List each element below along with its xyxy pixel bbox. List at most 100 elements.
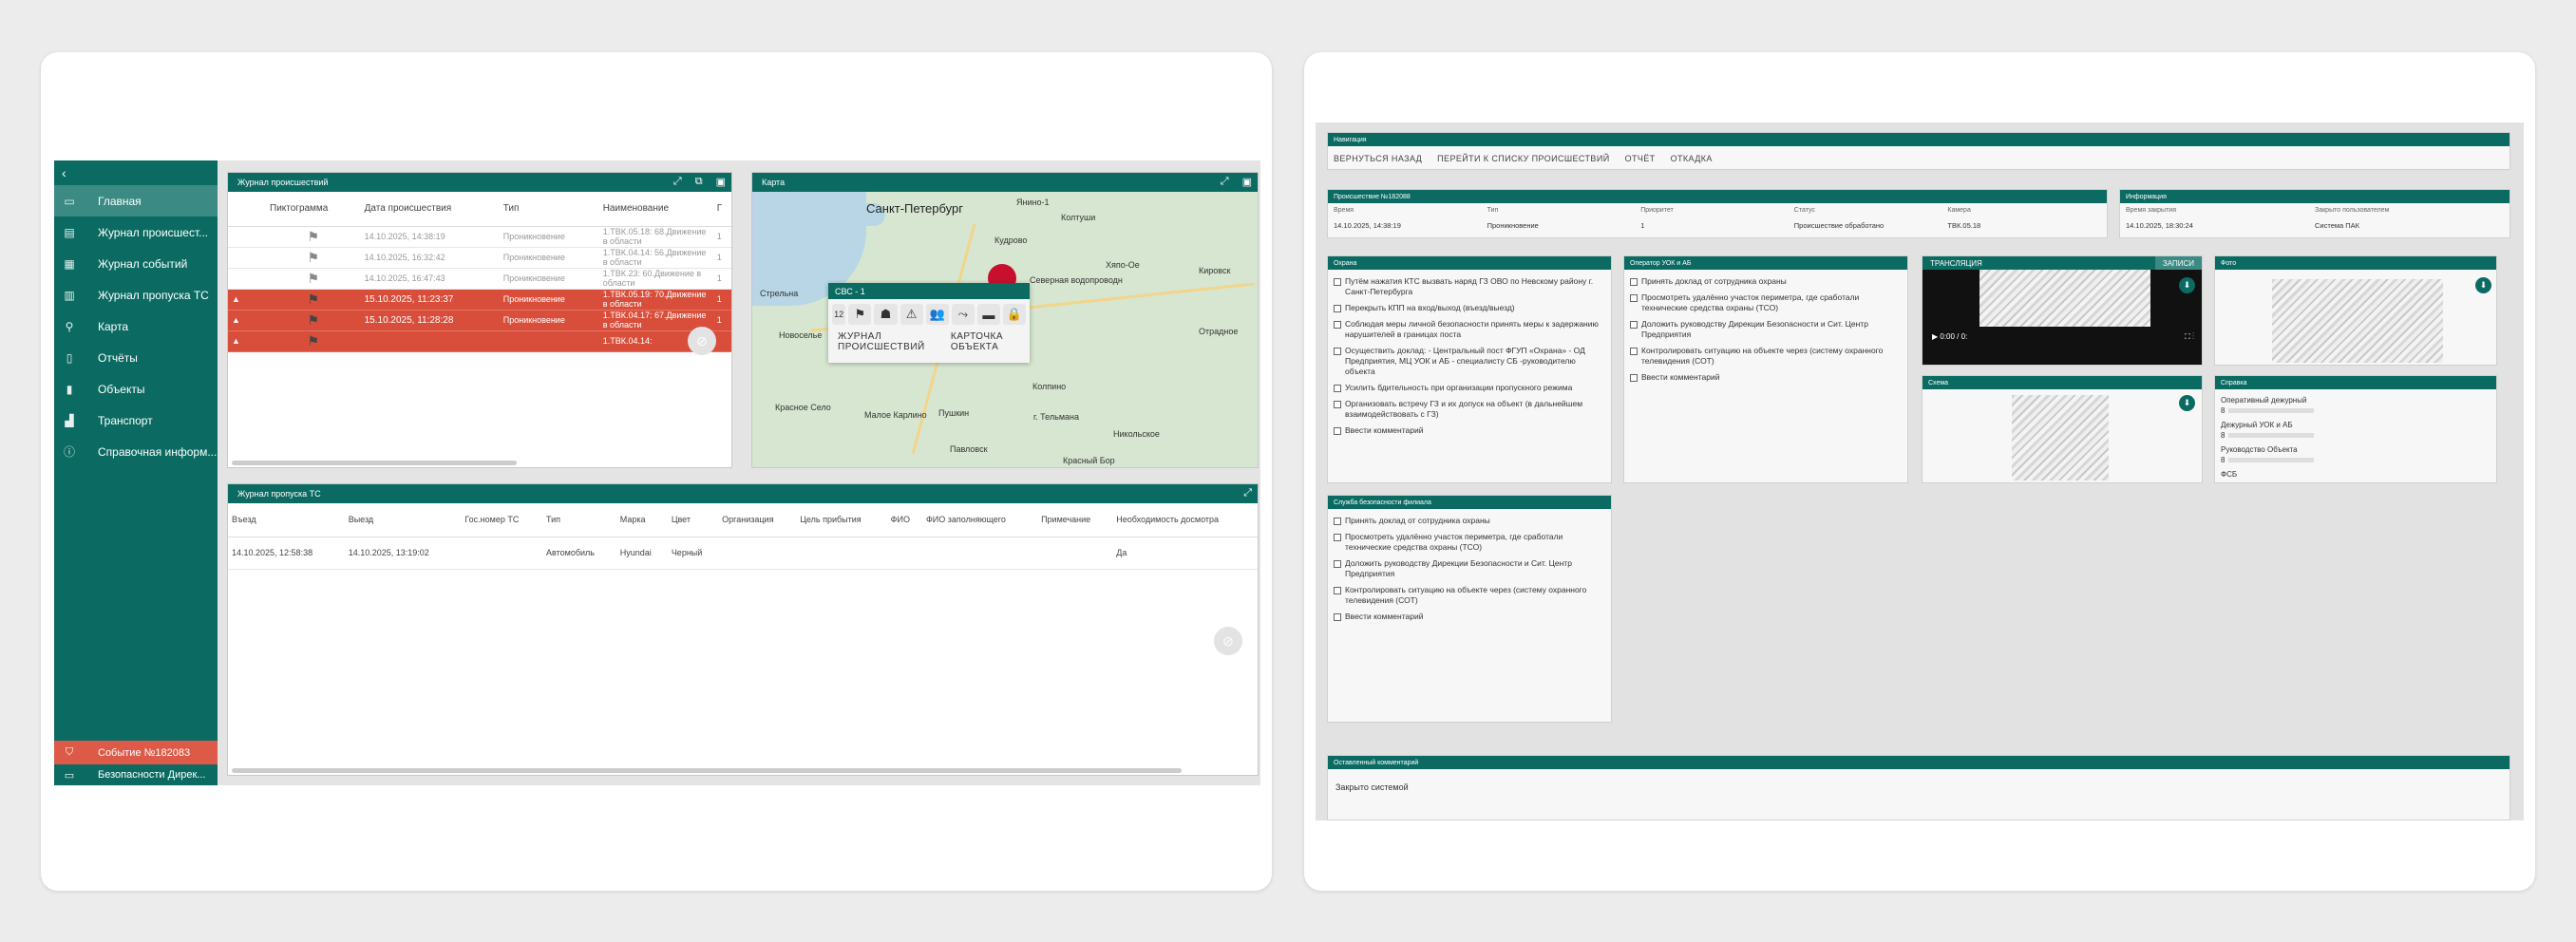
- horizontal-scrollbar[interactable]: [232, 768, 1182, 773]
- checklist-item[interactable]: Контролировать ситуацию на объекте через…: [1328, 582, 1611, 609]
- sidebar-event-alert[interactable]: ⛉ Событие №182083: [54, 741, 218, 764]
- checkbox[interactable]: [1334, 427, 1341, 435]
- map-city-label: Отрадное: [1199, 327, 1239, 336]
- sidebar-item[interactable]: ▤ Журнал происшест...: [54, 217, 218, 248]
- filter-fab-button[interactable]: ⊘: [1214, 627, 1242, 655]
- table-row[interactable]: ⚑ 14.10.2025, 16:47:43 Проникновение 1.ТВК.…: [228, 268, 731, 290]
- download-icon[interactable]: ⬇: [2179, 277, 2195, 293]
- object-card-link[interactable]: КАРТОЧКА ОБЪЕКТА: [951, 331, 1020, 352]
- table-row[interactable]: ▲ ⚑ 15.10.2025, 11:23:37 Проникновение 1.ТВК…: [228, 289, 731, 311]
- nav-button[interactable]: ОТКАДКА: [1671, 154, 1713, 163]
- horizontal-scrollbar[interactable]: [232, 461, 517, 465]
- checkbox[interactable]: [1630, 278, 1638, 286]
- sidebar-item[interactable]: ▦ Журнал событий: [54, 248, 218, 279]
- nav-button[interactable]: ПЕРЕЙТИ К СПИСКУ ПРОИСШЕСТВИЙ: [1437, 154, 1609, 163]
- checklist-item[interactable]: Доложить руководству Дирекции Безопаснос…: [1328, 556, 1611, 582]
- sidebar-item[interactable]: ⓘ Справочная информ...: [54, 436, 218, 467]
- checklist-item[interactable]: Доложить руководству Дирекции Безопаснос…: [1624, 316, 1907, 343]
- download-icon[interactable]: ⬇: [2179, 395, 2195, 411]
- expand-icon[interactable]: ⤢: [1221, 176, 1229, 188]
- copy-icon[interactable]: ⧉: [695, 176, 703, 188]
- table-row[interactable]: ▲ ⚑ 15.10.2025, 11:28:28 Проникновение 1.ТВК…: [228, 310, 731, 331]
- checkbox[interactable]: [1334, 518, 1341, 525]
- table-row[interactable]: 14.10.2025, 12:58:38 14.10.2025, 13:19:02…: [228, 537, 1258, 570]
- table-row[interactable]: ▲ ⚑ 1.ТВК.04.14:: [228, 330, 731, 352]
- checklist-item[interactable]: Контролировать ситуацию на объекте через…: [1624, 343, 1907, 369]
- checkbox[interactable]: [1630, 321, 1638, 329]
- reference-section: Справка Оперативный дежурный 8 Дежурный УО…: [2214, 375, 2497, 483]
- nav-button[interactable]: ОТЧЁТ: [1625, 154, 1656, 163]
- checklist-item[interactable]: Соблюдая меры личной безопасности принят…: [1328, 316, 1611, 343]
- map-canvas[interactable]: Санкт-Петербург Янино-1 Колтуши Кудрово Хяпо…: [752, 192, 1258, 467]
- sidebar-item[interactable]: ▟ Транспорт: [54, 405, 218, 436]
- filter-fab-button[interactable]: ⊘: [688, 327, 716, 355]
- checklist-item[interactable]: Принять доклад от сотрудника охраны: [1328, 513, 1611, 529]
- fall-icon[interactable]: ⤳: [951, 304, 975, 325]
- barrier-icon[interactable]: ⚑: [848, 304, 872, 325]
- table-row[interactable]: ⚑ 14.10.2025, 14:38:19 Проникновение 1.ТВК.…: [228, 226, 731, 248]
- checklist-item[interactable]: Путём нажатия КТС вызвать наряд ГЗ ОВО п…: [1328, 273, 1611, 300]
- person-running-icon[interactable]: ☗: [874, 304, 898, 325]
- scheme-image[interactable]: [2012, 395, 2109, 480]
- checkbox[interactable]: [1334, 401, 1341, 408]
- collapse-sidebar-button[interactable]: ‹: [54, 160, 218, 185]
- checklist-item[interactable]: Принять доклад от сотрудника охраны: [1624, 273, 1907, 290]
- fire-alarm-icon[interactable]: ⚠: [900, 304, 923, 325]
- checkbox[interactable]: [1630, 374, 1638, 382]
- photo-image[interactable]: [2272, 279, 2443, 363]
- lock-icon[interactable]: 🔒: [1002, 304, 1027, 325]
- table-row[interactable]: ⚑ 14.10.2025, 16:32:42 Проникновение 1.ТВК.…: [228, 247, 731, 269]
- column-header: Выезд: [344, 503, 462, 537]
- checklist-item[interactable]: Ввести комментарий: [1624, 369, 1907, 386]
- settings-icon[interactable]: ▣: [716, 176, 726, 188]
- sidebar-event-sub[interactable]: ▭ Безопасности Дирек...: [54, 764, 218, 785]
- checkbox[interactable]: [1334, 348, 1341, 355]
- tab-broadcast[interactable]: ТРАНСЛЯЦИЯ: [1923, 256, 2155, 270]
- checkbox[interactable]: [1334, 534, 1341, 541]
- nav-button[interactable]: ВЕРНУТЬСЯ НАЗАД: [1334, 154, 1422, 163]
- tab-records[interactable]: ЗАПИСИ: [2154, 256, 2202, 270]
- checkbox[interactable]: [1630, 294, 1638, 302]
- checkbox[interactable]: [1630, 348, 1638, 355]
- checklist-item[interactable]: Усилить бдительность при организации про…: [1328, 380, 1611, 396]
- checkbox[interactable]: [1334, 278, 1341, 286]
- popup-title: СВС - 1: [828, 283, 1030, 299]
- checkbox[interactable]: [1334, 587, 1341, 594]
- incident-journal-link[interactable]: ЖУРНАЛ ПРОИСШЕСТВИЙ: [838, 331, 928, 352]
- fullscreen-icon[interactable]: ⛶ ⋮: [2185, 332, 2194, 342]
- checklist-item[interactable]: Просмотреть удалённо участок периметра, …: [1328, 529, 1611, 556]
- checkbox[interactable]: [1334, 560, 1341, 568]
- expand-icon[interactable]: ⤢: [673, 176, 682, 188]
- download-icon[interactable]: ⬇: [2475, 277, 2491, 293]
- sidebar-item[interactable]: ▭ Главная: [54, 185, 218, 217]
- map-city-label: Хяпо-Ое: [1106, 260, 1140, 270]
- checklist-item[interactable]: Ввести комментарий: [1328, 609, 1611, 625]
- checkbox[interactable]: [1334, 321, 1341, 329]
- map-city-label: Красный Бор: [1063, 456, 1115, 465]
- checklist-item[interactable]: Ввести комментарий: [1328, 423, 1611, 439]
- settings-icon[interactable]: ▣: [1242, 176, 1252, 188]
- checklist-item[interactable]: Осуществить доклад: - Центральный пост Ф…: [1328, 343, 1611, 380]
- map-city-label: Колтуши: [1061, 213, 1096, 222]
- checklist-item[interactable]: Перекрыть КПП на вход/выход (въезд/выезд…: [1328, 300, 1611, 316]
- type-cell: Проникновение: [499, 247, 599, 269]
- sidebar-item[interactable]: ▯ Отчёты: [54, 342, 218, 373]
- alarm-indicator: ▲: [228, 289, 266, 311]
- crowd-icon[interactable]: 👥: [925, 304, 949, 325]
- sidebar-item[interactable]: ▮ Объекты: [54, 373, 218, 405]
- map-city-label: Колпино: [1032, 382, 1067, 391]
- checklist-item[interactable]: Организовать встречу ГЗ и их допуск на о…: [1328, 396, 1611, 423]
- video-player[interactable]: ▶ 0:00 / 0: ⛶ ⋮: [1923, 270, 2202, 365]
- phone-prefix: 8: [2221, 406, 2226, 415]
- map-city-label: Красное Село: [775, 403, 831, 412]
- checkbox[interactable]: [1334, 613, 1341, 621]
- sidebar-item[interactable]: ▥ Журнал пропуска ТС: [54, 279, 218, 311]
- video-controls[interactable]: ▶ 0:00 / 0:: [1932, 332, 1967, 341]
- checkbox[interactable]: [1334, 305, 1341, 312]
- vehicle-icon[interactable]: ▬: [976, 304, 1000, 325]
- section-title: Схема: [1923, 376, 2202, 389]
- checklist-item[interactable]: Просмотреть удалённо участок периметра, …: [1624, 290, 1907, 316]
- sidebar-item[interactable]: ⚲ Карта: [54, 311, 218, 342]
- expand-icon[interactable]: ⤢: [1243, 487, 1252, 499]
- checkbox[interactable]: [1334, 385, 1341, 392]
